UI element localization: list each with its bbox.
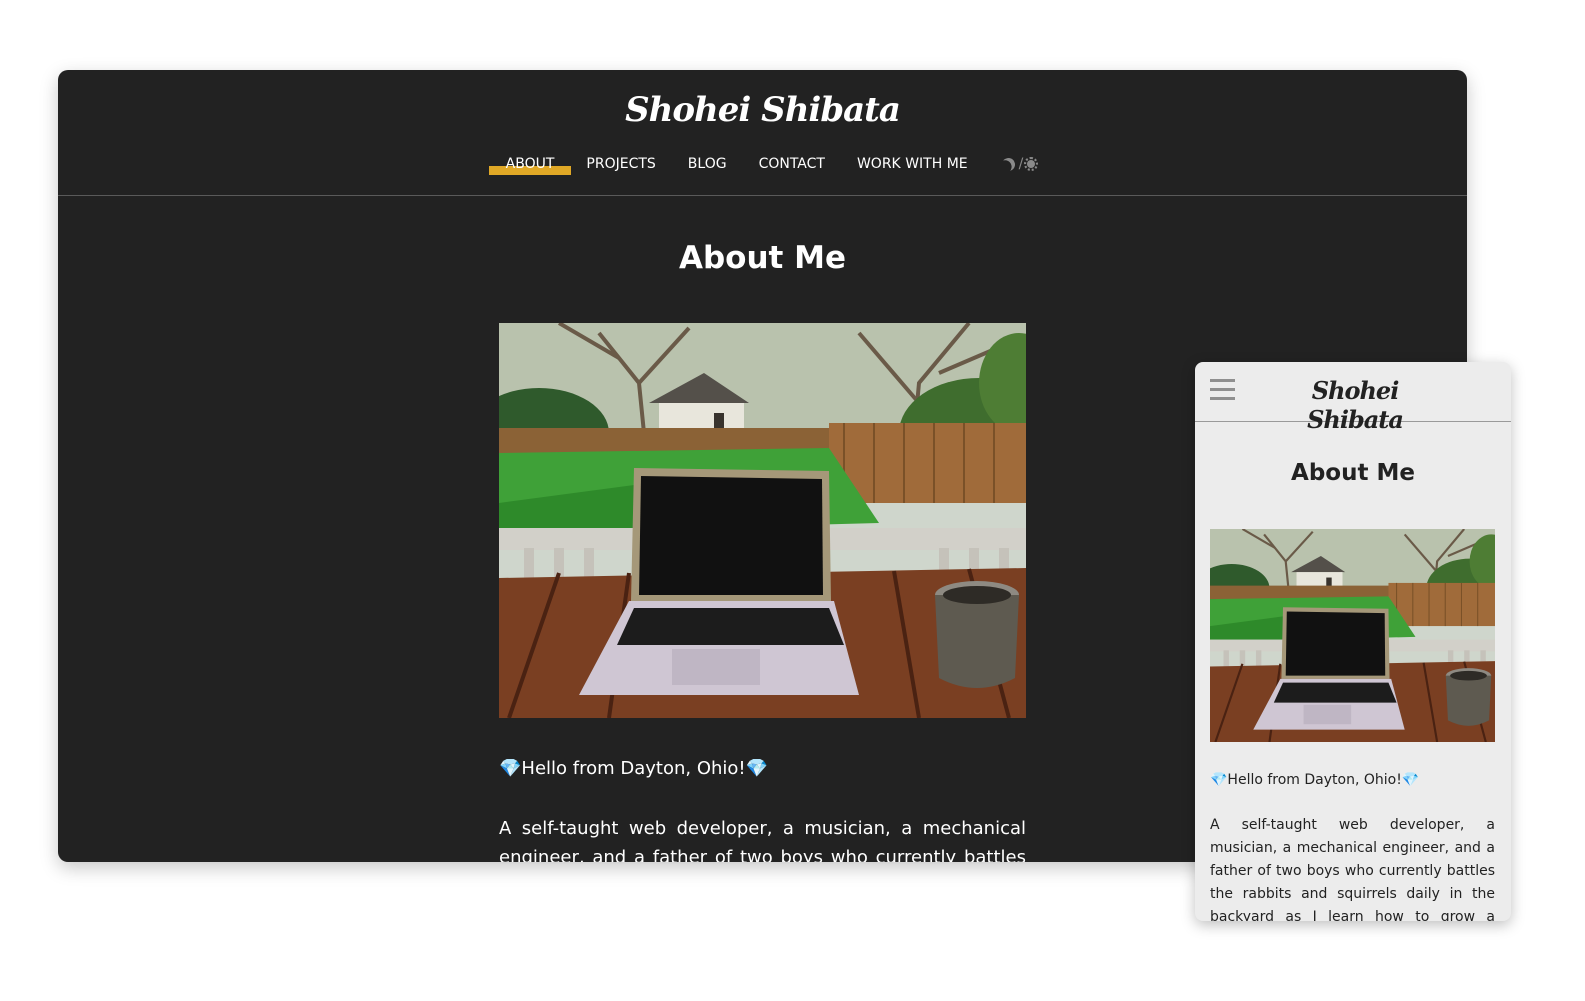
about-photo xyxy=(499,323,1026,718)
page-title: About Me xyxy=(678,240,847,276)
mobile-page-title: About Me xyxy=(1291,460,1415,486)
site-logo[interactable]: Shohei Shibata xyxy=(58,90,1467,130)
hamburger-menu-icon[interactable] xyxy=(1210,379,1235,400)
about-paragraph: A self-taught web developer, a musician,… xyxy=(499,818,1026,862)
mobile-screen: Shohei Shibata About Me 💎Hello from Dayt… xyxy=(1195,362,1511,921)
nav-work-with-me[interactable]: WORK WITH ME xyxy=(841,156,984,172)
main-nav: ABOUT PROJECTS BLOG CONTACT WORK WITH ME… xyxy=(58,156,1467,175)
nav-projects[interactable]: PROJECTS xyxy=(570,156,671,172)
theme-toggle[interactable]: / xyxy=(984,156,1039,173)
site-header: Shohei Shibata ABOUT PROJECTS BLOG CONTA… xyxy=(58,70,1467,196)
mobile-about-paragraph: A self-taught web developer, a musician,… xyxy=(1210,817,1495,921)
moon-icon xyxy=(1000,156,1017,173)
mobile-about-photo xyxy=(1210,529,1495,742)
nav-contact[interactable]: CONTACT xyxy=(743,156,841,172)
hello-heading: 💎Hello from Dayton, Ohio!💎 xyxy=(499,758,769,779)
nav-about[interactable]: ABOUT xyxy=(488,156,572,175)
mobile-hello-heading: 💎Hello from Dayton, Ohio!💎 xyxy=(1210,772,1420,788)
sun-icon xyxy=(1024,157,1039,171)
nav-blog[interactable]: BLOG xyxy=(672,156,743,172)
mobile-site-logo[interactable]: Shohei Shibata xyxy=(1265,376,1445,434)
mobile-header: Shohei Shibata xyxy=(1195,362,1511,434)
theme-toggle-separator: / xyxy=(1018,156,1024,172)
